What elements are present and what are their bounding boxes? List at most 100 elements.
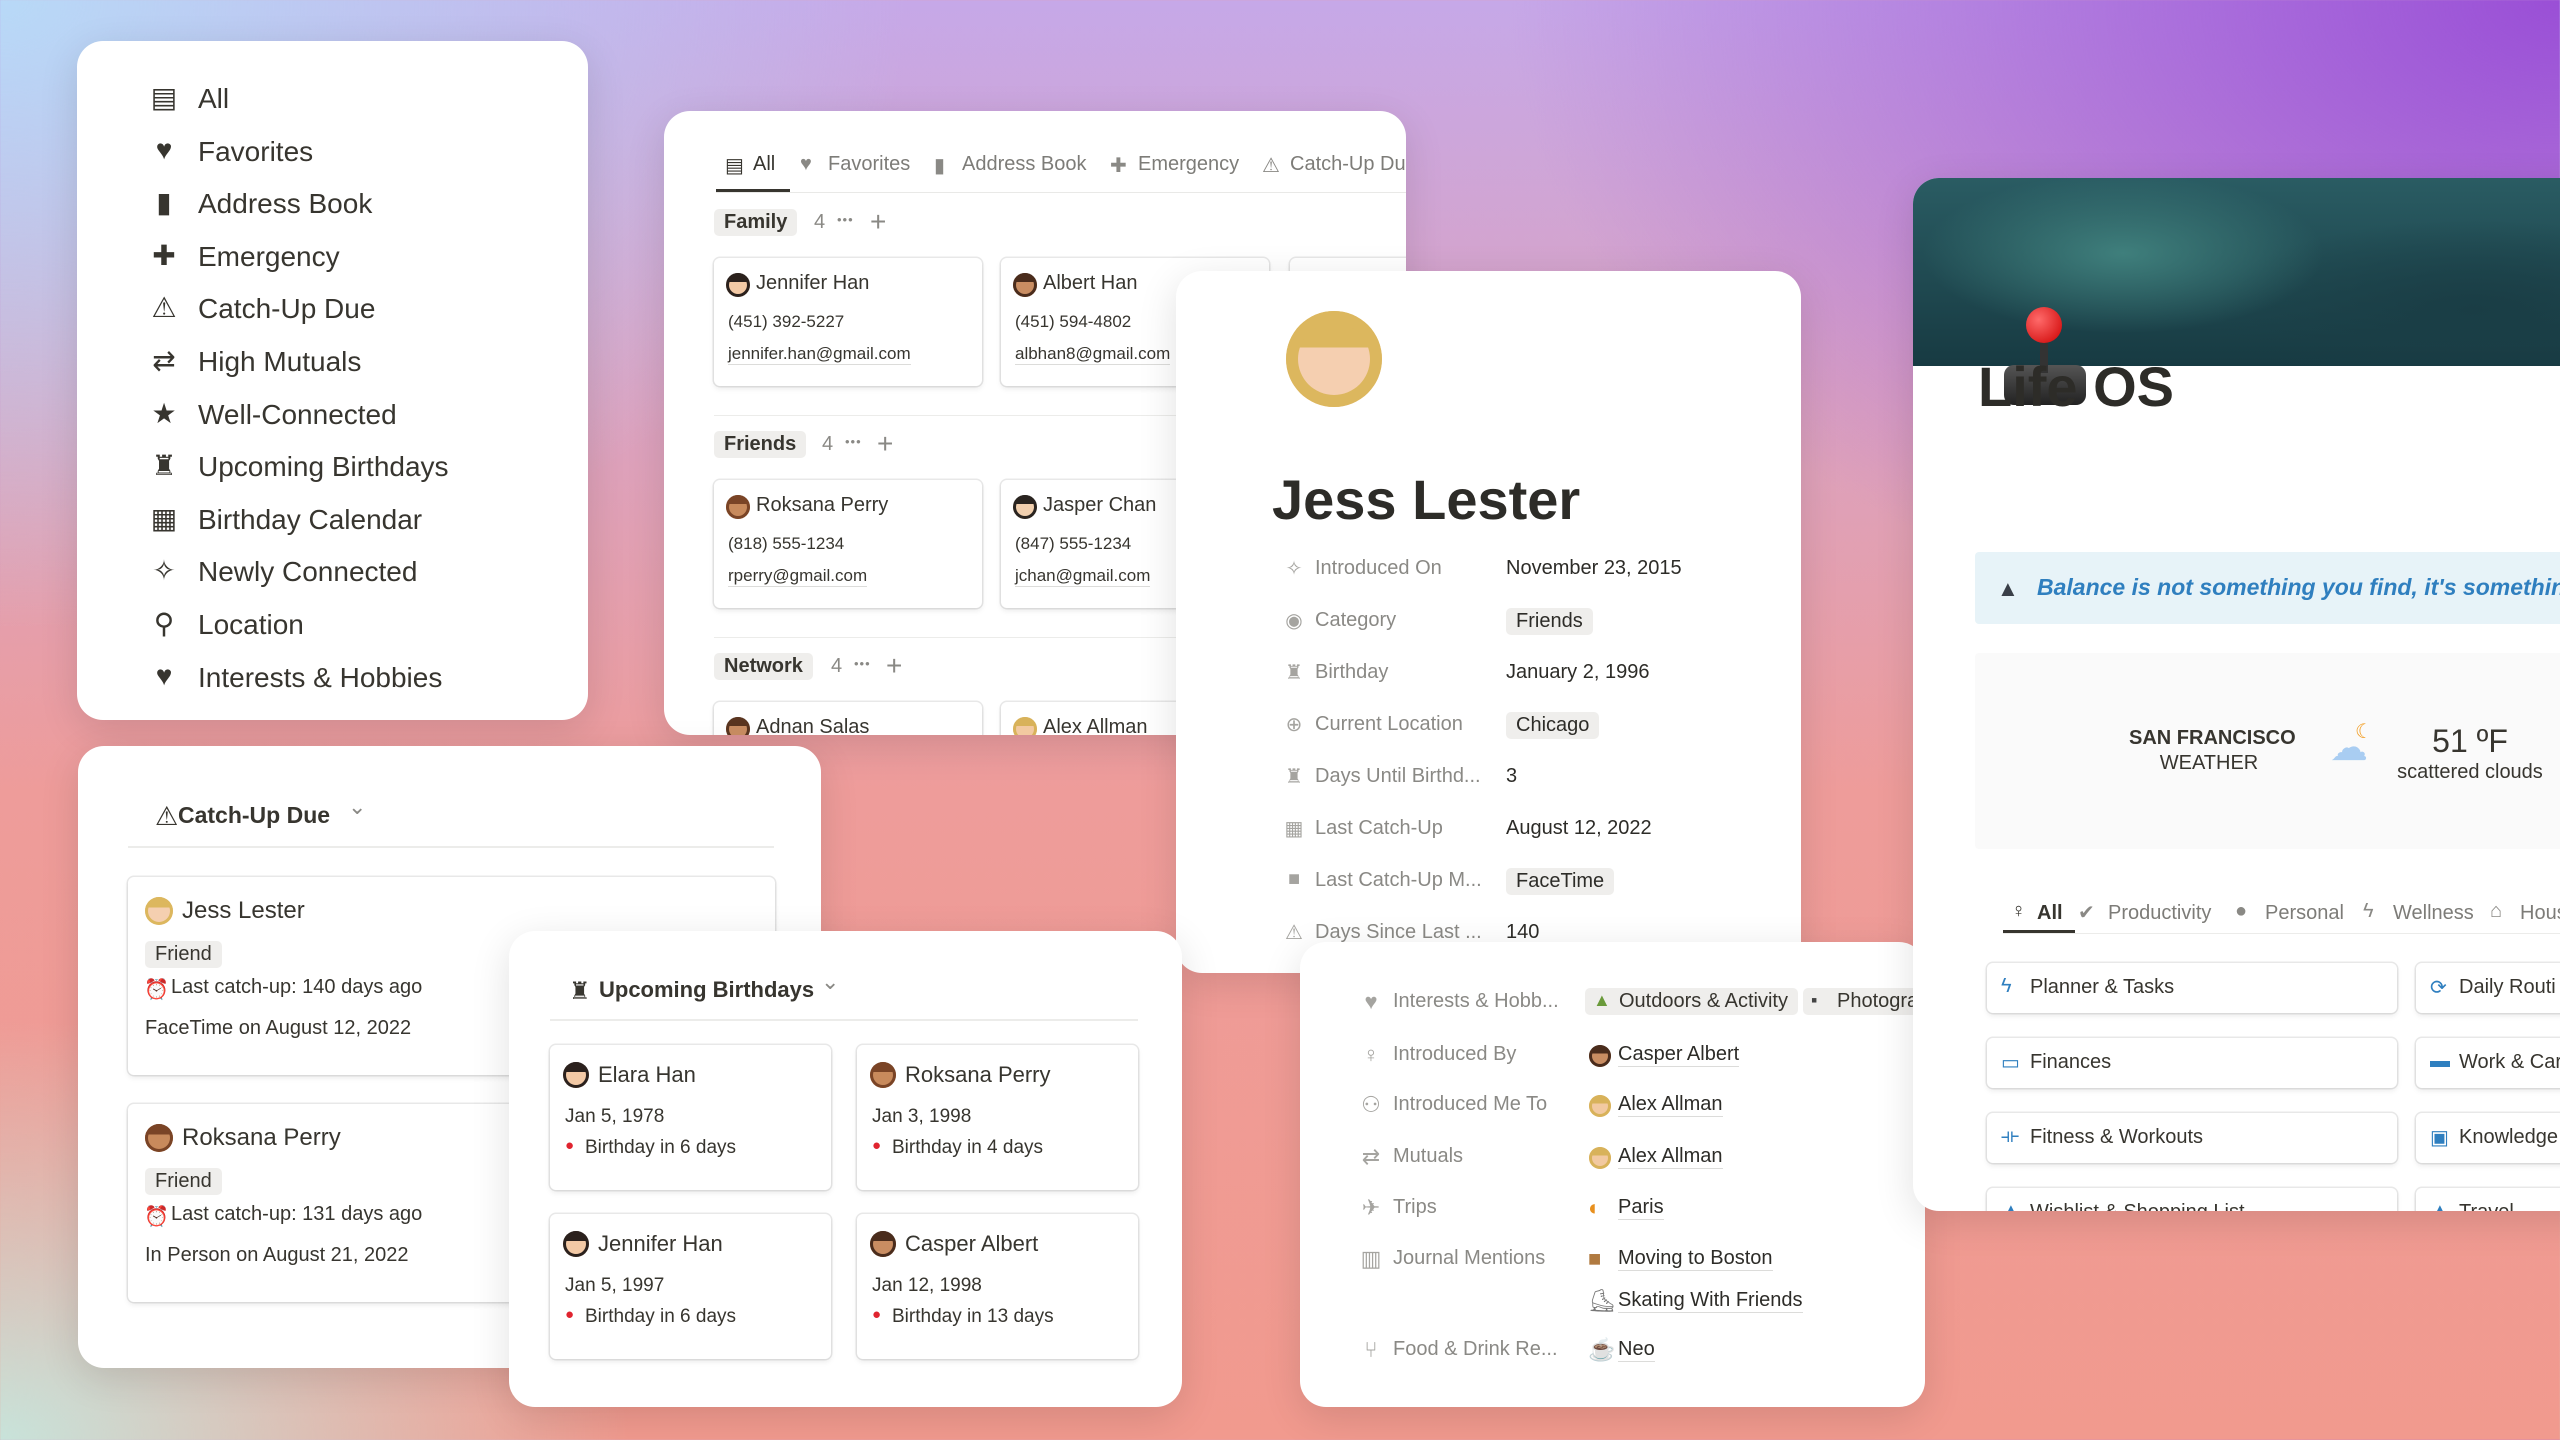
sidebar-item-upcoming-birthdays[interactable]: ♜ Upcoming Birthdays bbox=[137, 445, 537, 489]
birthday-card[interactable]: Casper Albert Jan 12, 1998 ● Birthday in 13… bbox=[857, 1214, 1138, 1359]
property-row[interactable]: ✧ Introduced On November 23, 2015 bbox=[1176, 554, 1796, 588]
contact-phone: (818) 555-1234 bbox=[728, 534, 845, 553]
avatar bbox=[726, 717, 750, 735]
warning-icon: ⚠ bbox=[1262, 155, 1280, 177]
birthday-card[interactable]: Jennifer Han Jan 5, 1997 ● Birthday in 6 da… bbox=[550, 1214, 831, 1359]
link-button-daily-routi[interactable]: ⟳ Daily Routi bbox=[2416, 963, 2560, 1013]
weather-widget: SAN FRANCISCO WEATHER ☁ ☾ 51 ºF scattered clo… bbox=[1975, 653, 2560, 849]
heart-icon: ♥ bbox=[800, 153, 812, 175]
sidebar-item-label: High Mutuals bbox=[198, 346, 362, 377]
relation-link[interactable]: Neo bbox=[1618, 1338, 1655, 1362]
link-label: Daily Routi bbox=[2459, 976, 2556, 998]
relation-link[interactable]: Paris bbox=[1618, 1196, 1664, 1220]
person-icon: ♀ bbox=[2011, 900, 2026, 922]
contact-name: Adnan Salas bbox=[756, 716, 870, 735]
link-button-fitness-workouts[interactable]: ⟛ Fitness & Workouts bbox=[1987, 1113, 2397, 1163]
contact-email[interactable]: jchan@gmail.com bbox=[1015, 566, 1151, 587]
sidebar-item-high-mutuals[interactable]: ⇄ High Mutuals bbox=[137, 340, 537, 384]
tab-label: Wellness bbox=[2393, 902, 2474, 924]
sidebar-item-catch-up-due[interactable]: ⚠ Catch-Up Due bbox=[137, 287, 537, 331]
contact-name: Jasper Chan bbox=[1043, 494, 1157, 516]
card-name: Roksana Perry bbox=[905, 1062, 1051, 1087]
birthday-card[interactable]: Elara Han Jan 5, 1978 ● Birthday in 6 days bbox=[550, 1045, 831, 1190]
balloon-icon: ● bbox=[565, 1306, 575, 1323]
contact-card[interactable]: Jennifer Han (451) 392-5227 jennifer.han@g… bbox=[714, 258, 982, 386]
joystick-ball bbox=[2026, 307, 2062, 343]
balloon-icon: ● bbox=[872, 1306, 882, 1323]
contact-email[interactable]: jennifer.han@gmail.com bbox=[728, 344, 911, 365]
link-button-wishlist-shopping-list[interactable]: ▲ Wishlist & Shopping List bbox=[1987, 1188, 2397, 1211]
interest-tag-label: Photogra bbox=[1837, 990, 1919, 1012]
chevron-down-icon[interactable]: ⌄ bbox=[348, 794, 366, 820]
weather-label: WEATHER bbox=[2159, 752, 2259, 774]
interest-tag[interactable]: ▲ Outdoors & Activity bbox=[1585, 988, 1798, 1015]
check-circle-icon: ✔ bbox=[2078, 902, 2095, 924]
link-label: Travel bbox=[2459, 1201, 2514, 1211]
more-icon[interactable]: ••• bbox=[837, 212, 854, 227]
sidebar-item-all[interactable]: ▤ All bbox=[137, 77, 537, 121]
sidebar-item-interests-hobbies[interactable]: ♥ Interests & Hobbies bbox=[137, 656, 537, 700]
alarm-clock-icon: ⏰ bbox=[144, 1206, 169, 1228]
group-label: Friends bbox=[714, 431, 807, 458]
more-icon[interactable]: ••• bbox=[854, 656, 871, 671]
avatar bbox=[870, 1231, 896, 1257]
relations-panel: ♥ Interests & Hobb... ▲ Outdoors & Activity… bbox=[1300, 942, 1925, 1407]
sidebar-item-location[interactable]: ⚲ Location bbox=[137, 603, 537, 647]
property-label: Current Location bbox=[1315, 713, 1463, 735]
sidebar-item-address-book[interactable]: ▮ Address Book bbox=[137, 182, 537, 226]
interest-tag[interactable]: ▪ Photogra bbox=[1803, 988, 1925, 1015]
link-button-work-car[interactable]: ▬ Work & Car bbox=[2416, 1038, 2560, 1088]
add-icon[interactable]: + bbox=[877, 428, 893, 460]
birthdays-title[interactable]: Upcoming Birthdays bbox=[599, 977, 814, 1003]
money-icon: ▭ bbox=[2001, 1052, 2020, 1074]
relation-link[interactable]: Casper Albert bbox=[1618, 1043, 1740, 1067]
skate: ⛸ bbox=[1588, 1288, 1616, 1313]
property-row[interactable]: ♜ Days Until Birthd... 3 bbox=[1176, 762, 1796, 796]
add-icon[interactable]: + bbox=[870, 206, 886, 238]
contact-card[interactable]: Roksana Perry (818) 555-1234 rperry@gmail.… bbox=[714, 480, 982, 608]
more-icon[interactable]: ••• bbox=[845, 434, 862, 449]
person-icon: ♀ bbox=[1362, 1042, 1380, 1067]
chevron-down-icon[interactable]: ⌄ bbox=[821, 969, 839, 995]
birthday-countdown: Birthday in 6 days bbox=[585, 1306, 737, 1327]
sidebar-item-label: Birthday Calendar bbox=[198, 503, 423, 535]
sidebar-item-birthday-calendar[interactable]: ▦ Birthday Calendar bbox=[137, 498, 537, 542]
relation-link[interactable]: Skating With Friends bbox=[1618, 1289, 1803, 1313]
relation-label: Food & Drink Re... bbox=[1393, 1338, 1558, 1360]
property-row[interactable]: ■ Last Catch-Up M... FaceTime bbox=[1176, 866, 1796, 900]
sidebar-item-newly-connected[interactable]: ✧ Newly Connected bbox=[137, 550, 537, 594]
property-row[interactable]: ⊕ Current Location Chicago bbox=[1176, 710, 1796, 744]
property-row[interactable]: ♜ Birthday January 2, 1996 bbox=[1176, 658, 1796, 692]
sparkles-icon: ✧ bbox=[152, 555, 176, 587]
catchup-title[interactable]: Catch-Up Due bbox=[178, 802, 330, 829]
dumbbell-icon: ⟛ bbox=[2001, 1125, 2020, 1147]
header-divider bbox=[128, 846, 774, 848]
sidebar-item-favorites[interactable]: ♥ Favorites bbox=[137, 130, 537, 174]
contact-page-panel: Jess Lester ✧ Introduced On November 23, 20… bbox=[1176, 271, 1801, 973]
add-icon[interactable]: + bbox=[886, 650, 902, 682]
relation-link[interactable]: Moving to Boston bbox=[1618, 1247, 1773, 1271]
link-button-knowledge[interactable]: ▣ Knowledge bbox=[2416, 1113, 2560, 1163]
property-label: Last Catch-Up bbox=[1315, 817, 1443, 839]
contact-email[interactable]: rperry@gmail.com bbox=[728, 566, 868, 587]
contact-card[interactable]: Adnan Salas bbox=[714, 702, 982, 735]
link-button-planner-tasks[interactable]: ϟ Planner & Tasks bbox=[1987, 963, 2397, 1013]
link-label: Planner & Tasks bbox=[2030, 976, 2175, 998]
avatar bbox=[1013, 273, 1037, 297]
sidebar-item-well-connected[interactable]: ★ Well-Connected bbox=[137, 393, 537, 437]
property-row[interactable]: ▦ Last Catch-Up August 12, 2022 bbox=[1176, 814, 1796, 848]
relation-link[interactable]: Alex Allman bbox=[1618, 1145, 1723, 1169]
sidebar-item-emergency[interactable]: ✚ Emergency bbox=[137, 235, 537, 279]
link-label: Work & Car bbox=[2459, 1051, 2560, 1073]
tab-label: Hous bbox=[2520, 902, 2560, 924]
link-button-finances[interactable]: ▭ Finances bbox=[1987, 1038, 2397, 1088]
sidebar-panel: ▤ All ♥ Favorites ▮ Address Book ✚ Emergency ⚠ Ca… bbox=[77, 41, 588, 720]
birthday-card[interactable]: Roksana Perry Jan 3, 1998 ● Birthday in 4 d… bbox=[857, 1045, 1138, 1190]
contact-email[interactable]: albhan8@gmail.com bbox=[1015, 344, 1171, 365]
relation-link[interactable]: Alex Allman bbox=[1618, 1093, 1723, 1117]
birthday-countdown: Birthday in 6 days bbox=[585, 1137, 737, 1158]
property-row[interactable]: ◉ Category Friends bbox=[1176, 606, 1796, 640]
avatar bbox=[1013, 717, 1037, 735]
pin-icon: ⚲ bbox=[153, 608, 175, 639]
link-button-travel[interactable]: ▲ Travel bbox=[2416, 1188, 2560, 1211]
